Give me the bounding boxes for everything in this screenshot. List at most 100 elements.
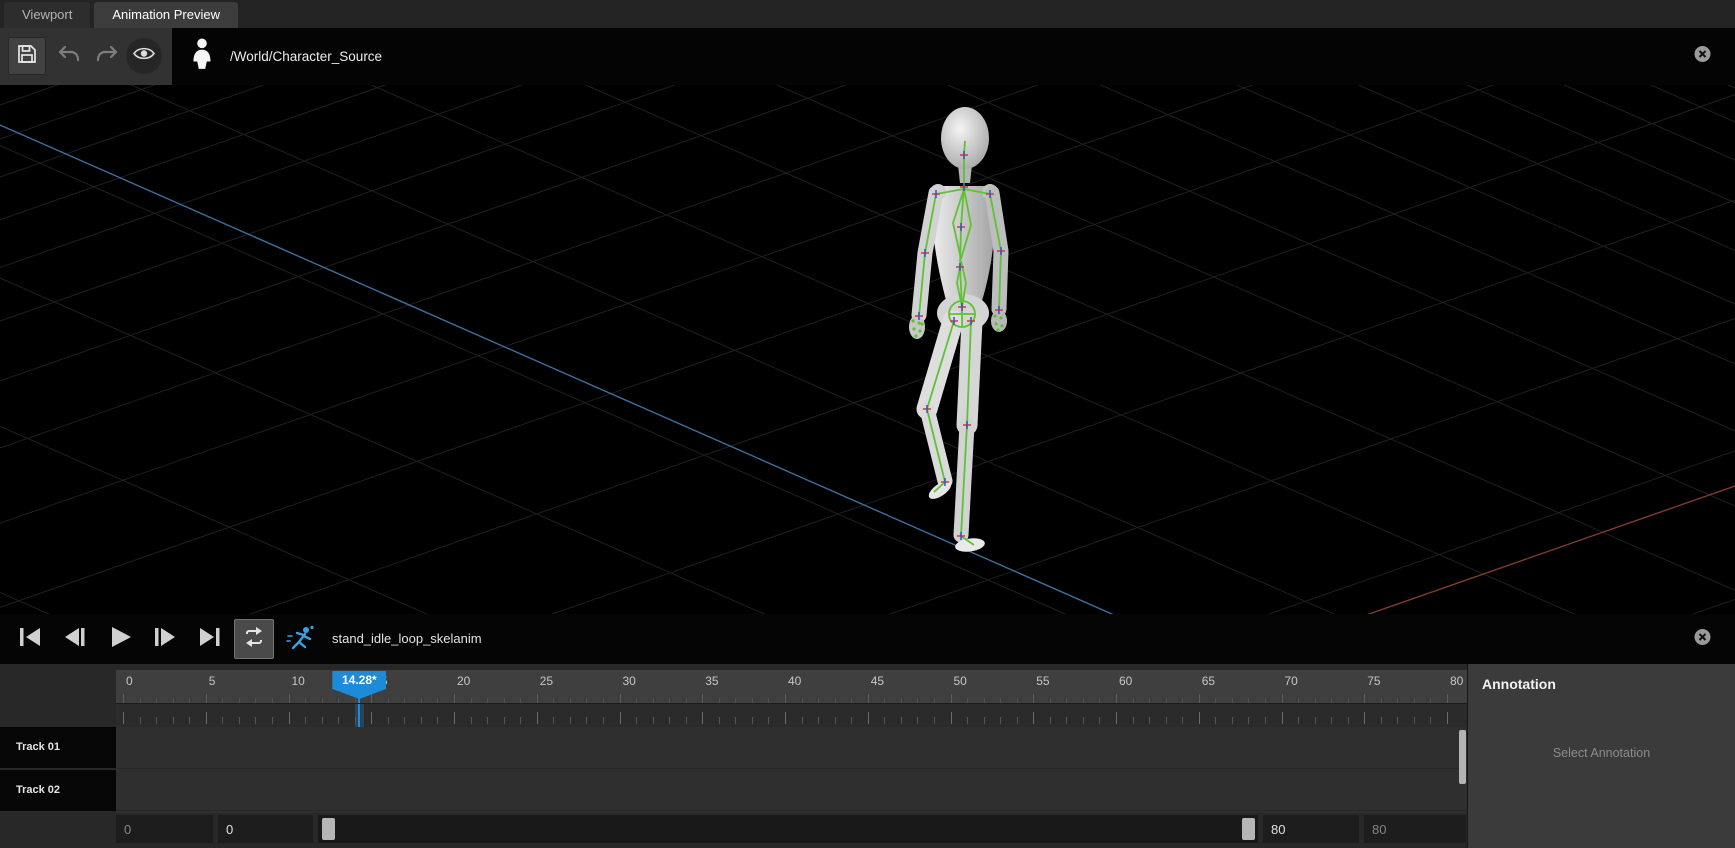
sub-tick [536,712,538,724]
ruler-tick-label: 0 [126,674,133,688]
playback-bar: stand_idle_loop_skelanim [0,614,1735,664]
ruler-tick-label: 20 [457,674,471,688]
entity-path: /World/Character_Source [230,49,383,64]
range-end-max-field[interactable] [1364,815,1466,843]
sub-tick [371,712,373,724]
sub-tick [1364,712,1366,724]
sub-tick [255,717,257,724]
tab-viewport-label: Viewport [22,7,73,22]
sub-tick [718,717,720,724]
track-label-column: Track 01 Track 02 [0,727,116,813]
ruler-tick [619,694,621,703]
ruler-tick-label: 30 [622,674,636,688]
ruler-tick-label: 55 [1036,674,1050,688]
ruler-tick [702,694,704,703]
sub-tick [1049,717,1051,724]
step-back-icon [62,624,88,655]
sub-tick [950,712,952,724]
sub-tick [636,717,638,724]
step-forward-icon [152,624,178,655]
timeline-subticks[interactable] [116,703,1467,727]
track-row[interactable] [116,769,1467,811]
ruler-tick [371,694,373,703]
timeline-section: 14.28* 05101520253035404550556065707580 … [0,664,1467,848]
sub-tick [487,717,489,724]
loop-toggle-button[interactable] [234,619,274,659]
sub-tick [884,717,886,724]
visibility-button[interactable] [126,38,162,74]
sub-tick [1447,712,1448,724]
sub-tick [354,717,356,724]
sub-tick [933,717,935,724]
ruler-tick-label: 80 [1450,674,1464,688]
ruler-tick [1033,694,1035,703]
track-row[interactable] [116,727,1467,769]
playhead-line[interactable] [358,704,361,727]
ruler-tick [536,694,538,703]
clip-start-field[interactable] [218,815,313,843]
timeline-ruler[interactable]: 14.28* 05101520253035404550556065707580 [116,670,1467,703]
sub-tick [1116,712,1117,724]
play-button[interactable] [100,619,140,659]
skip-to-end-button[interactable] [190,619,230,659]
sub-tick [503,717,505,724]
step-back-button[interactable] [55,619,95,659]
sub-tick [205,712,207,724]
undo-icon [57,43,81,70]
sub-tick [156,717,158,724]
tab-animation-preview-label: Animation Preview [112,7,220,22]
sub-tick [834,717,836,724]
range-slider-right-handle[interactable] [1242,818,1255,840]
track-body[interactable] [116,727,1467,813]
sub-tick [1000,717,1002,724]
ruler-tick [950,694,952,703]
tab-viewport[interactable]: Viewport [4,2,91,28]
sub-tick [1264,717,1266,724]
3d-viewport[interactable] [0,85,1735,614]
sub-tick [387,717,389,724]
sub-tick [602,717,604,724]
tab-animation-preview[interactable]: Animation Preview [94,2,238,28]
save-button[interactable] [8,37,46,75]
sub-tick [900,717,902,724]
range-start-min-field[interactable] [116,815,213,843]
annotation-panel: Annotation Select Annotation [1467,664,1735,848]
track-area: Track 01 Track 02 [0,727,1467,813]
sub-tick [288,712,290,724]
ruler-tick [288,694,290,703]
sub-tick [1413,717,1415,724]
toolbar-close-button[interactable] [1694,46,1711,65]
character-mannequin[interactable] [868,93,1048,573]
tab-bar: Viewport Animation Preview [0,0,1735,28]
loop-icon [242,625,266,654]
skip-to-start-button[interactable] [10,619,50,659]
track-label: Track 02 [0,770,116,811]
save-icon [15,42,39,71]
undo-button[interactable] [50,37,88,75]
annotation-panel-title: Annotation [1482,676,1556,692]
sub-tick [1165,717,1167,724]
playbar-close-button[interactable] [1694,628,1711,648]
sub-tick [1082,717,1084,724]
ruler-tick [867,694,869,703]
toolbar: /World/Character_Source [0,28,1735,85]
sub-tick [454,712,455,724]
sub-tick [1248,717,1250,724]
step-forward-button[interactable] [145,619,185,659]
ruler-tick [1198,694,1200,703]
playhead-marker[interactable]: 14.28* [332,671,387,699]
range-slider-left-handle[interactable] [322,818,335,840]
character-icon [190,38,214,75]
redo-button[interactable] [88,37,126,75]
sub-tick [917,717,919,724]
range-slider[interactable] [318,815,1258,843]
sub-tick [123,712,124,724]
vertical-scrollbar[interactable] [1459,730,1466,784]
sub-tick [669,717,671,724]
sub-tick [702,712,704,724]
skip-to-start-icon [17,624,43,655]
clip-end-field[interactable] [1263,815,1359,843]
ruler-tick [1281,694,1283,703]
sub-tick [967,717,969,724]
sub-tick [1066,717,1068,724]
